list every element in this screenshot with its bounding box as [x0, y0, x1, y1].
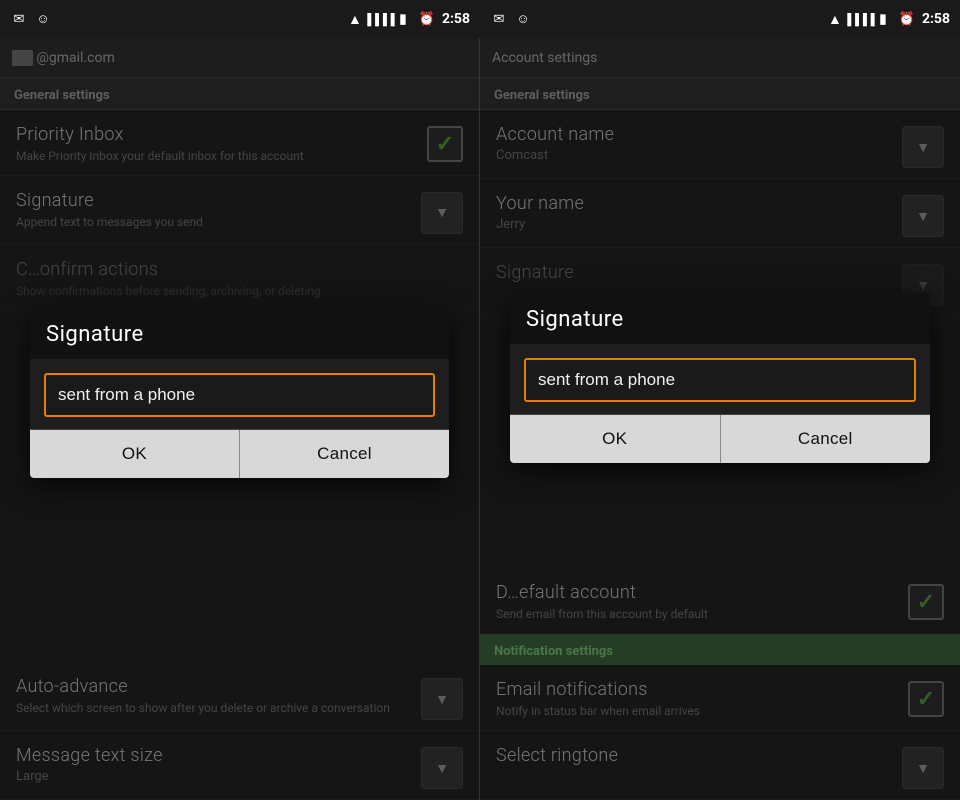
wifi-icon-left: ▲	[346, 10, 364, 28]
status-bar: ✉ ☺ ▲ ▐▐▐▐ ▮ ⏰ 2:58 ✉ ☺ ▲ ▐▐▐▐ ▮ ⏰ 2:58	[0, 0, 960, 38]
right-dialog-body	[510, 344, 930, 414]
right-signature-input[interactable]	[524, 358, 916, 402]
right-cancel-button[interactable]: Cancel	[721, 415, 931, 463]
battery-icon-left: ▮	[394, 10, 412, 28]
right-dialog-buttons: OK Cancel	[510, 414, 930, 463]
alarm-icon-right: ⏰	[898, 10, 916, 28]
left-dialog-buttons: OK Cancel	[30, 429, 449, 478]
right-dialog-title: Signature	[526, 307, 914, 332]
signal-icon-right: ▐▐▐▐	[850, 10, 868, 28]
battery-icon-right: ▮	[874, 10, 892, 28]
right-panel: Account settings General settings Accoun…	[480, 38, 960, 800]
status-bar-left: ✉ ☺ ▲ ▐▐▐▐ ▮ ⏰ 2:58	[0, 0, 480, 38]
right-signature-dialog: Signature OK Cancel	[510, 293, 930, 463]
left-signature-input[interactable]	[44, 373, 435, 417]
status-bar-right: ✉ ☺ ▲ ▐▐▐▐ ▮ ⏰ 2:58	[480, 0, 960, 38]
alarm-icon-left: ⏰	[418, 10, 436, 28]
status-right-info-right: ▲ ▐▐▐▐ ▮ ⏰ 2:58	[826, 10, 950, 28]
right-dialog-title-bar: Signature	[510, 293, 930, 344]
left-panel: @gmail.com General settings Priority Inb…	[0, 38, 480, 800]
smiley-icon-left: ☺	[34, 10, 52, 28]
status-right-icons: ✉ ☺	[490, 10, 532, 28]
left-signature-dialog: Signature OK Cancel	[30, 308, 449, 478]
left-dialog-body	[30, 359, 449, 429]
signal-icon-left: ▐▐▐▐	[370, 10, 388, 28]
gmail-icon-right: ✉	[490, 10, 508, 28]
time-left: 2:58	[442, 11, 470, 27]
gmail-icon-left: ✉	[10, 10, 28, 28]
left-ok-button[interactable]: OK	[30, 430, 240, 478]
left-cancel-button[interactable]: Cancel	[240, 430, 449, 478]
time-right: 2:58	[922, 11, 950, 27]
wifi-icon-right: ▲	[826, 10, 844, 28]
right-ok-button[interactable]: OK	[510, 415, 721, 463]
left-dialog-title: Signature	[46, 322, 433, 347]
split-container: @gmail.com General settings Priority Inb…	[0, 38, 960, 800]
status-right-info-left: ▲ ▐▐▐▐ ▮ ⏰ 2:58	[346, 10, 470, 28]
smiley-icon-right: ☺	[514, 10, 532, 28]
status-left-icons: ✉ ☺	[10, 10, 52, 28]
left-dialog-title-bar: Signature	[30, 308, 449, 359]
